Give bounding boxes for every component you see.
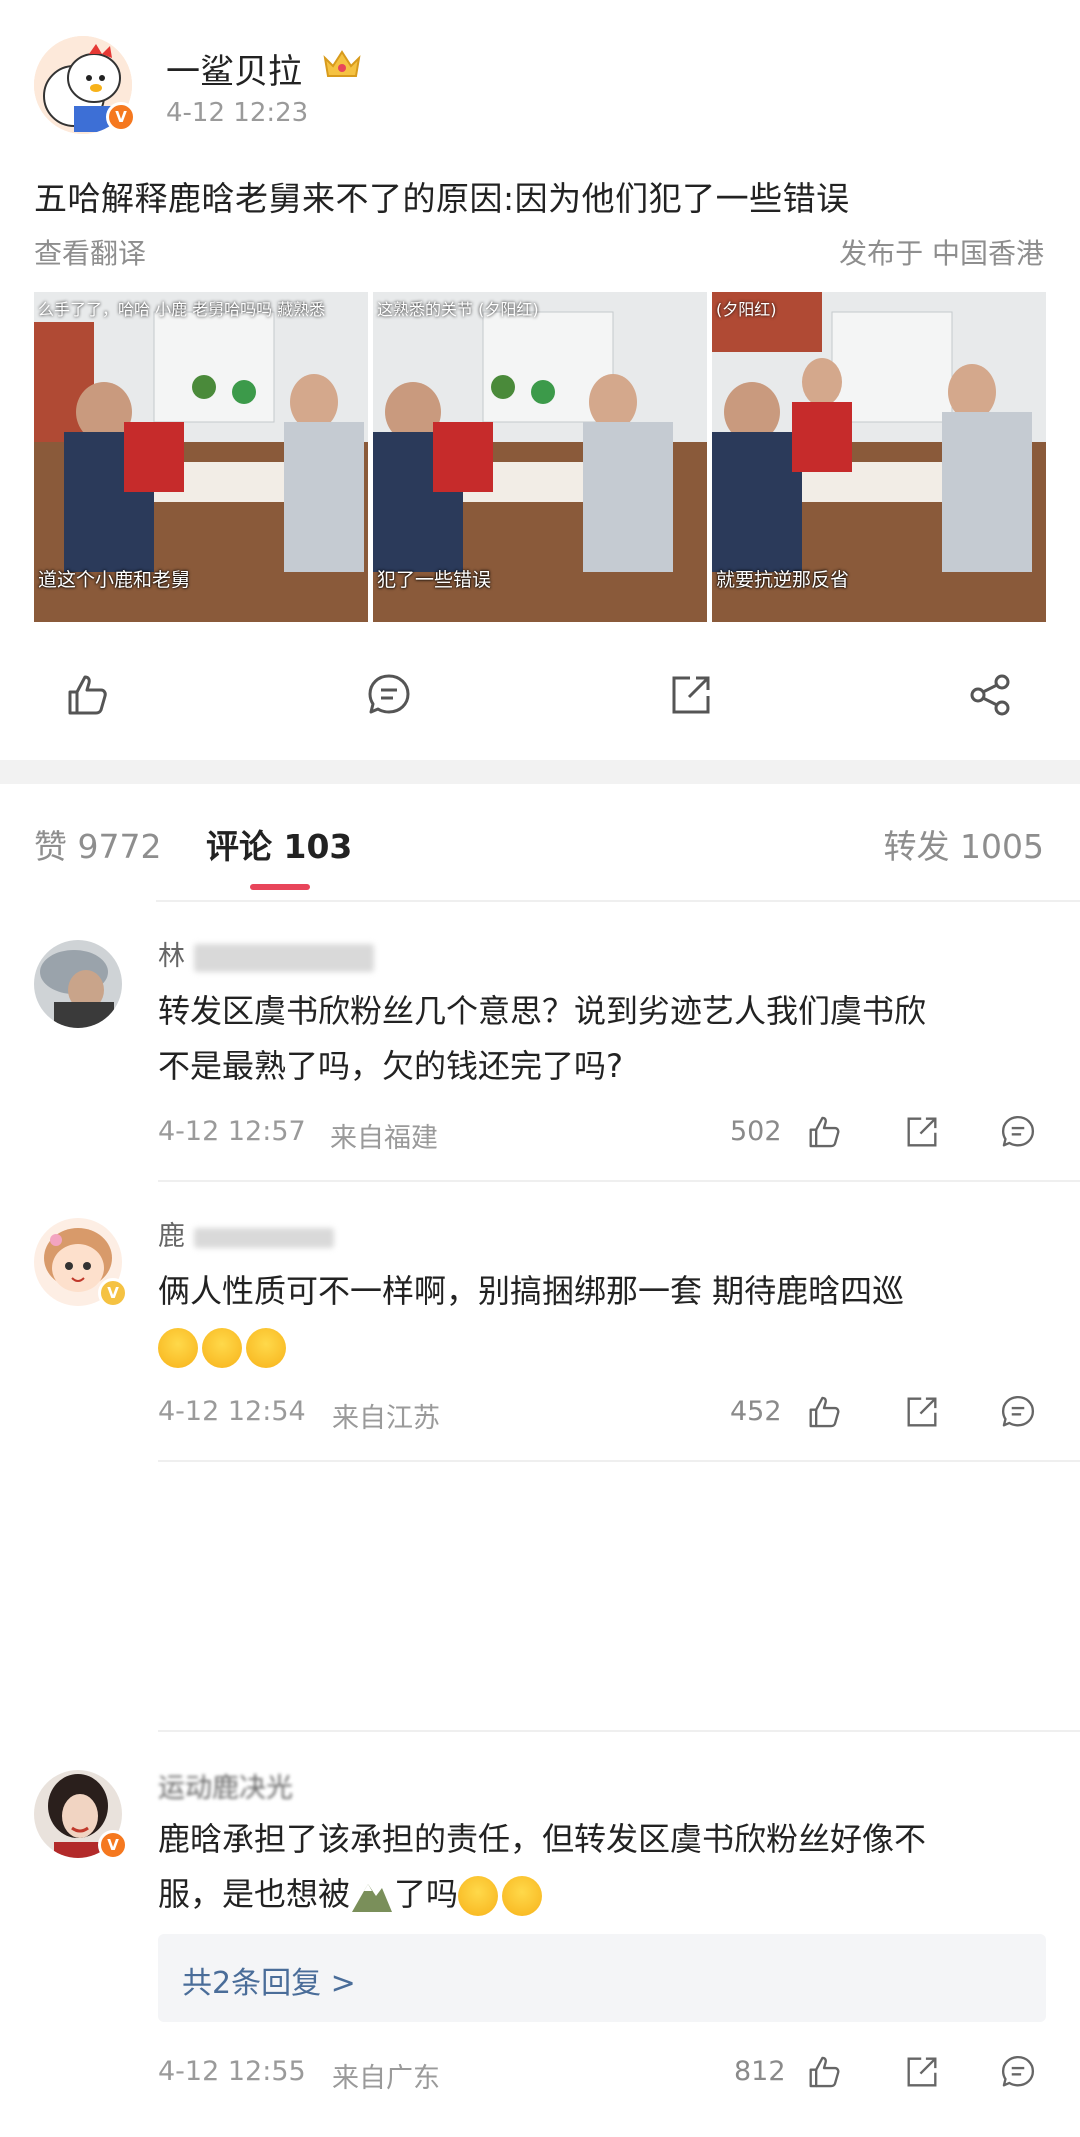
replies-link[interactable]: 共2条回复 >: [182, 1958, 356, 2002]
tabs-divider: [156, 900, 1080, 902]
comment-divider: [158, 1730, 1080, 1732]
tab-comments[interactable]: 评论 103: [206, 820, 352, 868]
comment-reply-icon[interactable]: [1000, 1114, 1036, 1150]
verified-badge-icon: V: [98, 1278, 128, 1308]
repost-icon[interactable]: [668, 672, 714, 718]
comment-location: 来自江苏: [332, 1403, 440, 1434]
image-top-caption: (夕阳红): [716, 300, 777, 319]
comment-location: 来自广东: [332, 2063, 440, 2094]
image-top-caption: 么手了了，哈哈 小鹿 老舅哈吗吗 藏熟悉: [38, 300, 326, 319]
post-image-3[interactable]: (夕阳红) 就要抗逆那反省: [712, 292, 1046, 622]
comment-time: 4-12 12:55: [158, 2056, 306, 2087]
hug-emoji-icon: [202, 1328, 242, 1368]
comment-text: 俩人性质可不一样啊，别搞捆绑那一套 期待鹿晗四巡: [158, 1264, 904, 1374]
comment-location: 来自福建: [330, 1123, 438, 1154]
image-top-caption: 这熟悉的关节 (夕阳红): [377, 300, 539, 319]
comment-author[interactable]: 林: [158, 934, 374, 973]
post-image-1[interactable]: 么手了了，哈哈 小鹿 老舅哈吗吗 藏熟悉 道这个小鹿和老舅: [34, 292, 368, 622]
hug-emoji-icon: [246, 1328, 286, 1368]
comment-reply-icon[interactable]: [1000, 1394, 1036, 1430]
comment-divider: [158, 1460, 1080, 1462]
replies-box[interactable]: 共2条回复 >: [158, 1934, 1046, 2022]
post-body: 五哈解释鹿晗老舅来不了的原因:因为他们犯了一些错误: [34, 179, 850, 218]
comment-time: 4-12 12:54: [158, 1396, 306, 1427]
post-image-2[interactable]: 这熟悉的关节 (夕阳红) 犯了一些错误: [373, 292, 707, 622]
comment-author[interactable]: 运动鹿决光: [158, 1766, 293, 1805]
comment-text: 转发区虞书欣粉丝几个意思？说到劣迹艺人我们虞书欣 不是最熟了吗，欠的钱还完了吗?: [158, 992, 927, 1085]
share-icon[interactable]: [968, 672, 1014, 718]
redacted-name: [193, 943, 374, 972]
comment-repost-icon[interactable]: [904, 2054, 940, 2090]
comment-like-count: 812: [734, 2056, 786, 2087]
image-subtitle: 道这个小鹿和老舅: [38, 569, 191, 591]
section-divider: [0, 760, 1080, 784]
comment-repost-icon[interactable]: [904, 1394, 940, 1430]
comment-divider: [158, 1180, 1080, 1182]
comment-reply-icon[interactable]: [1000, 2054, 1036, 2090]
comment-text: 鹿晗承担了该承担的责任，但转发区虞书欣粉丝好像不 服，是也想被 了吗: [158, 1812, 926, 1922]
laughing-emoji-icon: [458, 1876, 499, 1916]
image-subtitle: 犯了一些错误: [377, 569, 492, 591]
comment-like-icon[interactable]: [806, 1114, 842, 1150]
mountain-emoji-icon: [350, 1876, 394, 1916]
emoji-row: [158, 1319, 904, 1374]
comment-repost-icon[interactable]: [904, 1114, 940, 1150]
redacted-name: [193, 1227, 334, 1248]
verified-badge-icon: V: [106, 102, 136, 132]
comment-time: 4-12 12:57: [158, 1116, 306, 1147]
tab-likes[interactable]: 赞 9772: [34, 820, 161, 868]
image-subtitle: 就要抗逆那反省: [716, 569, 850, 591]
comment-like-icon[interactable]: [806, 1394, 842, 1430]
comment-author[interactable]: 鹿: [158, 1214, 334, 1253]
post-time: 4-12 12:23: [166, 98, 309, 128]
tab-active-indicator: [250, 884, 310, 890]
like-icon[interactable]: [64, 672, 110, 718]
post-location: 发布于 中国香港: [839, 237, 1044, 270]
translate-link[interactable]: 查看翻译: [34, 232, 146, 272]
comment-icon[interactable]: [366, 672, 412, 718]
comment-avatar[interactable]: [34, 940, 122, 1028]
verified-badge-icon: V: [98, 1830, 128, 1860]
author-name[interactable]: 一鲨贝拉: [166, 44, 302, 93]
hug-emoji-icon: [158, 1328, 198, 1368]
comment-like-count: 452: [730, 1396, 782, 1427]
comment-like-count: 502: [730, 1116, 782, 1147]
tab-reposts[interactable]: 转发 1005: [884, 820, 1044, 868]
crown-icon: [322, 48, 362, 82]
comment-like-icon[interactable]: [806, 2054, 842, 2090]
comment-text-line2: 服，是也想被 了吗: [158, 1867, 926, 1922]
laughing-emoji-icon: [502, 1876, 543, 1916]
